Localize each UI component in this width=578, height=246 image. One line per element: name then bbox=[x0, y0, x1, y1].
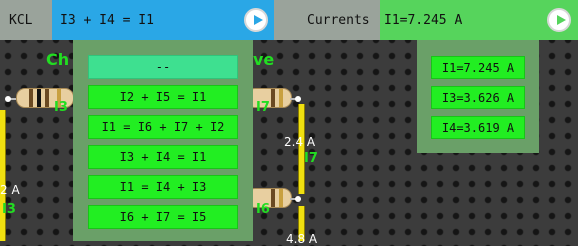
equation-option[interactable]: I3 + I4 = I1 bbox=[88, 145, 238, 169]
play-icon[interactable] bbox=[547, 8, 571, 32]
currents-dropdown: I1=7.245 A I3=3.626 A I4=3.619 A bbox=[417, 40, 539, 153]
wire-right bbox=[298, 104, 305, 194]
current-label-i3: I3 bbox=[54, 100, 68, 115]
top-bar: KCL I3 + I4 = I1 Currents I1=7.245 A bbox=[0, 0, 578, 40]
current-label-i3-lower: I3 bbox=[2, 202, 16, 217]
equation-option[interactable]: I1 = I6 + I7 + I2 bbox=[88, 115, 238, 139]
equation-option[interactable]: I2 + I5 = I1 bbox=[88, 85, 238, 109]
currents-label: Currents bbox=[274, 0, 380, 40]
current-option[interactable]: I4=3.619 A bbox=[431, 116, 525, 139]
node-terminal bbox=[295, 96, 301, 102]
equation-option[interactable]: I6 + I7 = I5 bbox=[88, 205, 238, 229]
node-terminal bbox=[5, 96, 11, 102]
equation-option-placeholder[interactable]: -- bbox=[88, 55, 238, 79]
current-label-i6: I6 bbox=[256, 202, 270, 217]
node-terminal bbox=[295, 196, 301, 202]
equation-option[interactable]: I1 = I4 + I3 bbox=[88, 175, 238, 199]
current-value-bottom: 4.8 A bbox=[286, 232, 318, 246]
wire-left bbox=[0, 110, 6, 241]
kcl-equation-select[interactable]: I3 + I4 = I1 bbox=[52, 0, 274, 40]
current-value-left: 2 A bbox=[0, 183, 20, 197]
circuit-title-fragment-left: Ch bbox=[46, 50, 70, 69]
current-label-i7-wire: I7 bbox=[304, 151, 318, 166]
current-option[interactable]: I3=3.626 A bbox=[431, 86, 525, 109]
equation-dropdown: -- I2 + I5 = I1 I1 = I6 + I7 + I2 I3 + I… bbox=[73, 40, 253, 241]
current-value-right: 2.4 A bbox=[284, 135, 316, 149]
kcl-label: KCL bbox=[0, 0, 52, 40]
current-option[interactable]: I1=7.245 A bbox=[431, 56, 525, 79]
circuit-title-fragment-right: ve bbox=[253, 50, 275, 69]
current-label-i7: I7 bbox=[256, 100, 270, 115]
play-icon[interactable] bbox=[244, 8, 268, 32]
